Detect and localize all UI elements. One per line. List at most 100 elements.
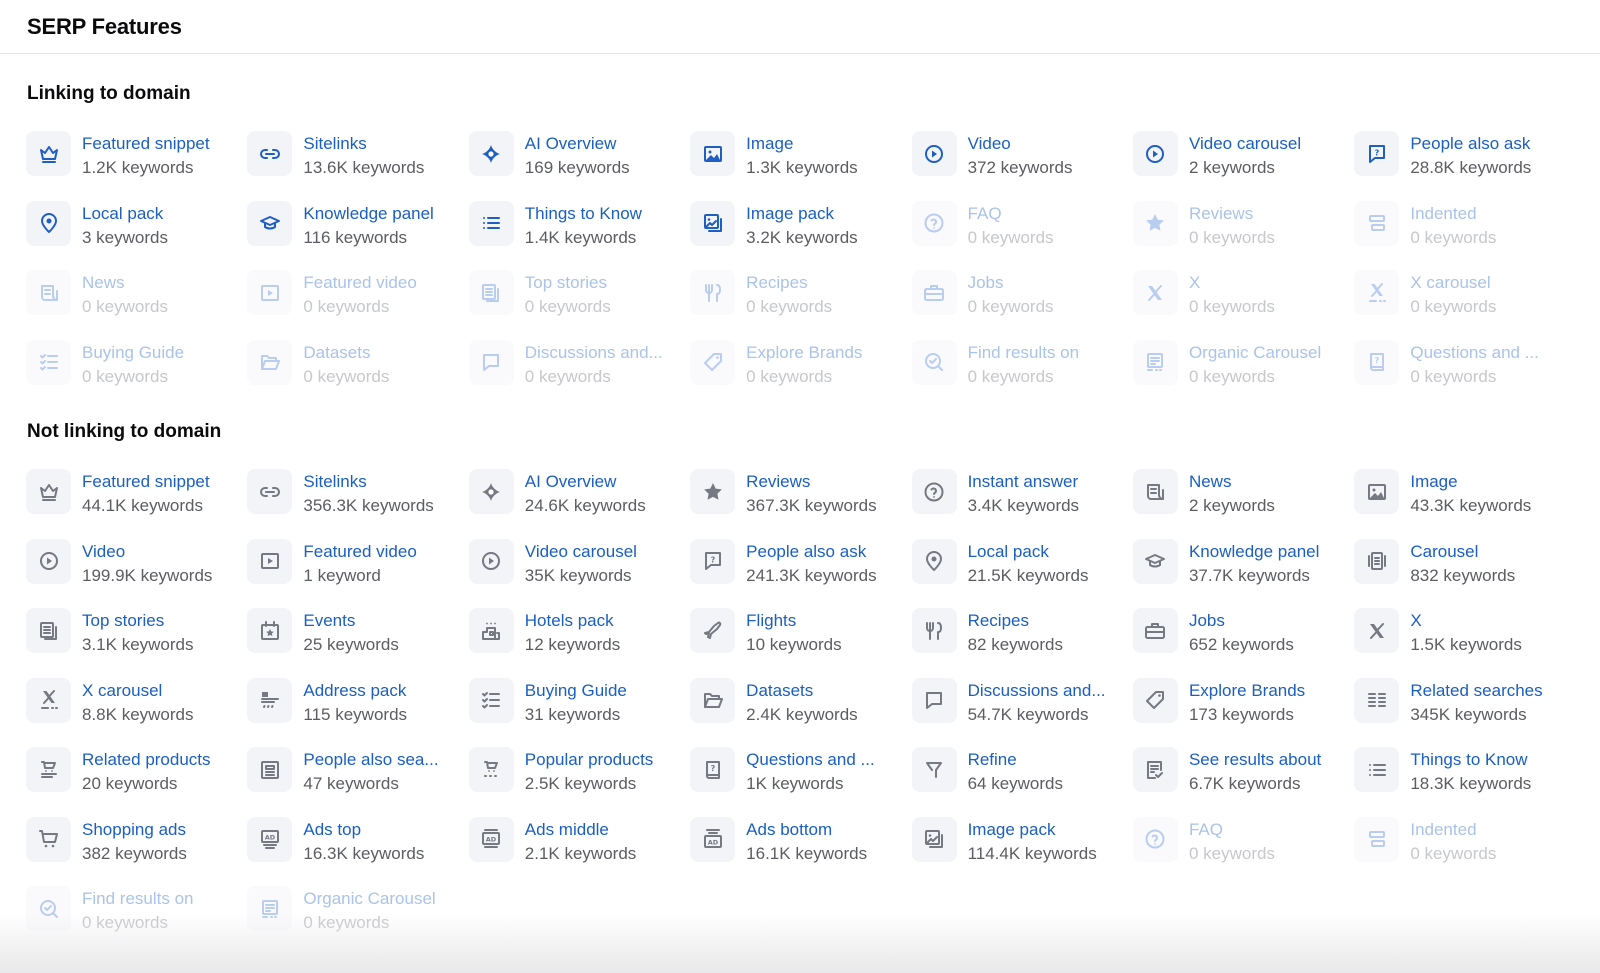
feature-item-things-to-know[interactable]: Things to Know 18.3K keywords bbox=[1354, 747, 1575, 817]
feature-title-link[interactable]: Organic Carousel bbox=[303, 887, 435, 911]
feature-item-find-results-on[interactable]: Find results on 0 keywords bbox=[911, 339, 1133, 410]
feature-title-link[interactable]: Buying Guide bbox=[82, 341, 184, 365]
feature-title-link[interactable]: Local pack bbox=[968, 540, 1089, 564]
feature-title-link[interactable]: Top stories bbox=[82, 609, 194, 633]
feature-item-events[interactable]: Events 25 keywords bbox=[247, 608, 468, 678]
feature-item-news[interactable]: News 0 keywords bbox=[26, 270, 247, 340]
feature-title-link[interactable]: Featured video bbox=[303, 271, 416, 295]
feature-item-x-carousel[interactable]: X carousel 8.8K keywords bbox=[26, 677, 247, 748]
feature-item-video-carousel[interactable]: Video carousel 35K keywords bbox=[468, 538, 690, 609]
feature-title-link[interactable]: Indented bbox=[1410, 818, 1496, 842]
feature-item-video[interactable]: Video 372 keywords bbox=[911, 131, 1133, 201]
feature-title-link[interactable]: Jobs bbox=[1189, 609, 1294, 633]
feature-title-link[interactable]: Sitelinks bbox=[303, 470, 433, 494]
feature-title-link[interactable]: Knowledge panel bbox=[1189, 540, 1319, 564]
feature-title-link[interactable]: Questions and ... bbox=[746, 748, 875, 772]
feature-item-shopping-ads[interactable]: Shopping ads 382 keywords bbox=[26, 816, 247, 887]
feature-item-organic-carousel[interactable]: Organic Carousel 0 keywords bbox=[1132, 339, 1354, 410]
feature-title-link[interactable]: Ads middle bbox=[525, 818, 637, 842]
feature-title-link[interactable]: Related products bbox=[82, 748, 211, 772]
feature-title-link[interactable]: Ads top bbox=[303, 818, 424, 842]
feature-title-link[interactable]: Things to Know bbox=[1410, 748, 1531, 772]
feature-item-top-stories[interactable]: Top stories 3.1K keywords bbox=[26, 608, 247, 678]
feature-title-link[interactable]: Reviews bbox=[746, 470, 876, 494]
feature-item-discussions-and[interactable]: Discussions and... 54.7K keywords bbox=[911, 677, 1133, 748]
feature-title-link[interactable]: Shopping ads bbox=[82, 818, 187, 842]
feature-title-link[interactable]: X carousel bbox=[82, 679, 194, 703]
feature-title-link[interactable]: Recipes bbox=[968, 609, 1063, 633]
feature-item-flights[interactable]: Flights 10 keywords bbox=[690, 608, 911, 678]
feature-item-featured-video[interactable]: Featured video 0 keywords bbox=[247, 270, 468, 340]
feature-item-featured-video[interactable]: Featured video 1 keyword bbox=[247, 538, 468, 609]
feature-item-local-pack[interactable]: Local pack 21.5K keywords bbox=[911, 538, 1133, 609]
feature-title-link[interactable]: Related searches bbox=[1410, 679, 1542, 703]
feature-item-featured-snippet[interactable]: Featured snippet 44.1K keywords bbox=[26, 469, 247, 539]
feature-item-explore-brands[interactable]: Explore Brands 173 keywords bbox=[1132, 677, 1354, 748]
feature-item-people-also-sea[interactable]: People also sea... 47 keywords bbox=[247, 747, 468, 817]
feature-item-buying-guide[interactable]: Buying Guide 0 keywords bbox=[26, 339, 247, 410]
feature-item-ads-top[interactable]: AD Ads top 16.3K keywords bbox=[247, 816, 468, 887]
feature-title-link[interactable]: Address pack bbox=[303, 679, 407, 703]
feature-title-link[interactable]: Events bbox=[303, 609, 398, 633]
feature-item-image-pack[interactable]: Image pack 3.2K keywords bbox=[690, 200, 911, 271]
feature-title-link[interactable]: X carousel bbox=[1410, 271, 1496, 295]
feature-title-link[interactable]: Find results on bbox=[968, 341, 1080, 365]
feature-title-link[interactable]: Top stories bbox=[525, 271, 611, 295]
feature-item-jobs[interactable]: Jobs 652 keywords bbox=[1132, 608, 1354, 678]
feature-title-link[interactable]: Recipes bbox=[746, 271, 832, 295]
feature-title-link[interactable]: Explore Brands bbox=[1189, 679, 1305, 703]
feature-item-instant-answer[interactable]: Instant answer 3.4K keywords bbox=[911, 469, 1133, 539]
feature-title-link[interactable]: Jobs bbox=[968, 271, 1054, 295]
feature-title-link[interactable]: AI Overview bbox=[525, 132, 630, 156]
feature-item-faq[interactable]: FAQ 0 keywords bbox=[1132, 816, 1354, 887]
feature-item-sitelinks[interactable]: Sitelinks 356.3K keywords bbox=[247, 469, 468, 539]
feature-item-hotels-pack[interactable]: Hotels pack 12 keywords bbox=[468, 608, 690, 678]
feature-title-link[interactable]: Reviews bbox=[1189, 202, 1275, 226]
feature-item-news[interactable]: News 2 keywords bbox=[1132, 469, 1354, 539]
feature-title-link[interactable]: Hotels pack bbox=[525, 609, 620, 633]
feature-title-link[interactable]: Ads bottom bbox=[746, 818, 867, 842]
feature-item-explore-brands[interactable]: Explore Brands 0 keywords bbox=[690, 339, 911, 410]
feature-item-local-pack[interactable]: Local pack 3 keywords bbox=[26, 200, 247, 271]
feature-title-link[interactable]: Knowledge panel bbox=[303, 202, 433, 226]
feature-item-recipes[interactable]: Recipes 0 keywords bbox=[690, 270, 911, 340]
feature-item-jobs[interactable]: Jobs 0 keywords bbox=[911, 270, 1133, 340]
feature-title-link[interactable]: Featured snippet bbox=[82, 132, 210, 156]
feature-title-link[interactable]: Buying Guide bbox=[525, 679, 627, 703]
feature-title-link[interactable]: Image pack bbox=[968, 818, 1097, 842]
feature-item-knowledge-panel[interactable]: Knowledge panel 37.7K keywords bbox=[1132, 538, 1354, 609]
feature-item-questions-and[interactable]: ? Questions and ... 0 keywords bbox=[1354, 339, 1575, 410]
feature-title-link[interactable]: Image pack bbox=[746, 202, 858, 226]
feature-item-reviews[interactable]: Reviews 0 keywords bbox=[1132, 200, 1354, 271]
feature-item-image[interactable]: Image 1.3K keywords bbox=[690, 131, 911, 201]
feature-item-knowledge-panel[interactable]: Knowledge panel 116 keywords bbox=[247, 200, 468, 271]
feature-title-link[interactable]: Find results on bbox=[82, 887, 194, 911]
feature-title-link[interactable]: AI Overview bbox=[525, 470, 646, 494]
feature-item-organic-carousel[interactable]: Organic Carousel 0 keywords bbox=[247, 886, 468, 956]
feature-item-faq[interactable]: FAQ 0 keywords bbox=[911, 200, 1133, 271]
feature-title-link[interactable]: Video bbox=[968, 132, 1073, 156]
feature-title-link[interactable]: Carousel bbox=[1410, 540, 1515, 564]
feature-item-popular-products[interactable]: Popular products 2.5K keywords bbox=[468, 747, 690, 817]
feature-title-link[interactable]: Organic Carousel bbox=[1189, 341, 1321, 365]
feature-title-link[interactable]: Sitelinks bbox=[303, 132, 424, 156]
feature-title-link[interactable]: Explore Brands bbox=[746, 341, 862, 365]
feature-title-link[interactable]: Datasets bbox=[746, 679, 858, 703]
feature-item-image[interactable]: Image 43.3K keywords bbox=[1354, 469, 1575, 539]
feature-item-datasets[interactable]: Datasets 0 keywords bbox=[247, 339, 468, 410]
feature-item-ai-overview[interactable]: AI Overview 169 keywords bbox=[468, 131, 690, 201]
feature-title-link[interactable]: News bbox=[1189, 470, 1275, 494]
feature-item-questions-and[interactable]: ? Questions and ... 1K keywords bbox=[690, 747, 911, 817]
feature-item-people-also-ask[interactable]: ? People also ask 28.8K keywords bbox=[1354, 131, 1575, 201]
feature-item-discussions-and[interactable]: Discussions and... 0 keywords bbox=[468, 339, 690, 410]
feature-item-reviews[interactable]: Reviews 367.3K keywords bbox=[690, 469, 911, 539]
feature-item-sitelinks[interactable]: Sitelinks 13.6K keywords bbox=[247, 131, 468, 201]
feature-item-x[interactable]: X 0 keywords bbox=[1132, 270, 1354, 340]
feature-item-x-carousel[interactable]: X carousel 0 keywords bbox=[1354, 270, 1575, 340]
feature-item-indented[interactable]: Indented 0 keywords bbox=[1354, 200, 1575, 271]
feature-title-link[interactable]: People also ask bbox=[1410, 132, 1531, 156]
feature-title-link[interactable]: FAQ bbox=[1189, 818, 1275, 842]
feature-title-link[interactable]: Discussions and... bbox=[525, 341, 663, 365]
feature-title-link[interactable]: People also ask bbox=[746, 540, 876, 564]
feature-title-link[interactable]: Popular products bbox=[525, 748, 654, 772]
